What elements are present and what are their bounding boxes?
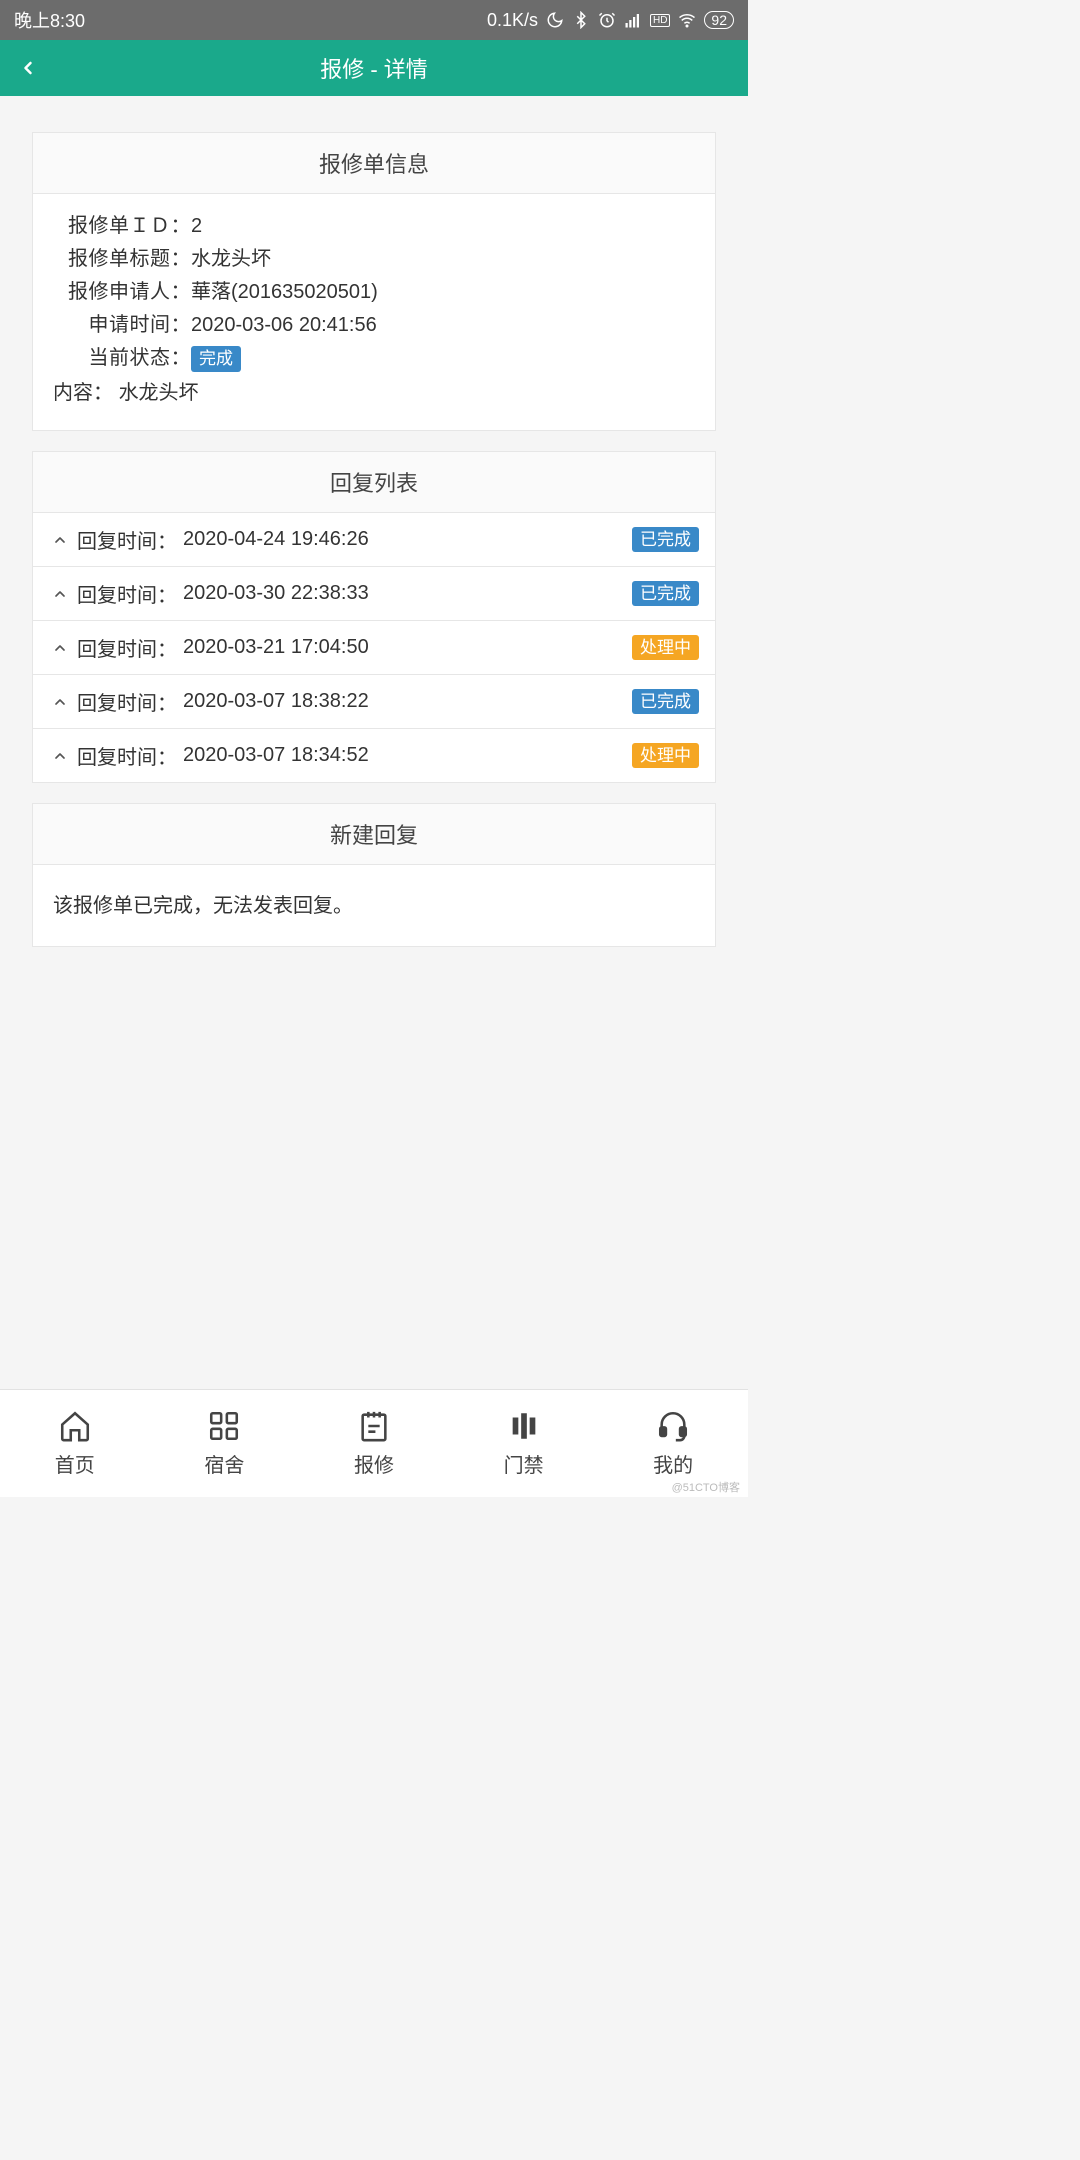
- label-applicant: 报修申请人：: [53, 276, 191, 309]
- row-applicant: 报修申请人： 華落(201635020501): [53, 276, 695, 309]
- repair-info-card: 报修单信息 报修单ＩＤ： 2 报修单标题： 水龙头坏 报修申请人： 華落(201…: [32, 132, 716, 431]
- app-bar: 报修 - 详情: [0, 40, 748, 96]
- bluetooth-icon: [572, 11, 590, 29]
- signal-icon: [624, 11, 642, 29]
- status-badge: 完成: [191, 346, 241, 372]
- nav-access[interactable]: 门禁: [449, 1390, 599, 1497]
- chevron-up-icon: [49, 586, 71, 602]
- value-id: 2: [191, 210, 695, 243]
- door-icon: [507, 1409, 541, 1443]
- moon-icon: [546, 11, 564, 29]
- status-bar: 晚上8:30 0.1K/s HD 92: [0, 0, 748, 40]
- label-apply-time: 申请时间：: [53, 309, 191, 342]
- nav-dorm-label: 宿舍: [204, 1449, 244, 1478]
- repair-info-header: 报修单信息: [33, 133, 715, 194]
- row-status: 当前状态： 完成: [53, 342, 695, 375]
- reply-time-value: 2020-03-21 17:04:50: [183, 636, 626, 659]
- chevron-up-icon: [49, 748, 71, 764]
- nav-home[interactable]: 首页: [0, 1390, 150, 1497]
- label-id: 报修单ＩＤ：: [53, 210, 191, 243]
- reply-row[interactable]: 回复时间： 2020-03-21 17:04:50 处理中: [33, 620, 715, 674]
- reply-list-body: 回复时间：2020-04-24 19:46:26已完成回复时间：2020-03-…: [33, 513, 715, 782]
- label-status: 当前状态：: [53, 342, 191, 375]
- grid-icon: [207, 1409, 241, 1443]
- reply-row[interactable]: 回复时间： 2020-04-24 19:46:26 已完成: [33, 513, 715, 566]
- nav-access-label: 门禁: [504, 1449, 544, 1478]
- reply-status: 处理中: [632, 743, 699, 769]
- reply-time-value: 2020-03-07 18:38:22: [183, 690, 626, 713]
- page-title: 报修 - 详情: [0, 52, 748, 84]
- reply-time-value: 2020-03-30 22:38:33: [183, 582, 626, 605]
- row-title: 报修单标题： 水龙头坏: [53, 243, 695, 276]
- reply-row[interactable]: 回复时间： 2020-03-07 18:38:22 已完成: [33, 674, 715, 728]
- reply-row[interactable]: 回复时间： 2020-03-07 18:34:52 处理中: [33, 728, 715, 782]
- value-apply-time: 2020-03-06 20:41:56: [191, 309, 695, 342]
- value-applicant: 華落(201635020501): [191, 276, 695, 309]
- value-title: 水龙头坏: [191, 243, 695, 276]
- headset-icon: [656, 1409, 690, 1443]
- new-reply-header: 新建回复: [33, 804, 715, 865]
- reply-status: 处理中: [632, 635, 699, 661]
- status-badge: 处理中: [632, 635, 699, 661]
- status-badge: 处理中: [632, 743, 699, 769]
- nav-home-label: 首页: [55, 1449, 95, 1478]
- home-icon: [58, 1409, 92, 1443]
- reply-status: 已完成: [632, 689, 699, 715]
- value-content: 水龙头坏: [119, 382, 199, 404]
- reply-list-header: 回复列表: [33, 452, 715, 513]
- status-badge: 已完成: [632, 689, 699, 715]
- content: 报修单信息 报修单ＩＤ： 2 报修单标题： 水龙头坏 报修申请人： 華落(201…: [0, 96, 748, 947]
- new-reply-message: 该报修单已完成，无法发表回复。: [33, 865, 715, 946]
- reply-time-label: 回复时间：: [77, 687, 177, 716]
- reply-time-label: 回复时间：: [77, 633, 177, 662]
- battery-icon: 92: [704, 11, 734, 29]
- reply-time-value: 2020-03-07 18:34:52: [183, 744, 626, 767]
- nav-repair[interactable]: 报修: [299, 1390, 449, 1497]
- nav-mine-label: 我的: [653, 1449, 693, 1478]
- reply-status: 已完成: [632, 581, 699, 607]
- repair-info-body: 报修单ＩＤ： 2 报修单标题： 水龙头坏 报修申请人： 華落(201635020…: [33, 194, 715, 430]
- reply-status: 已完成: [632, 527, 699, 553]
- status-badge: 已完成: [632, 581, 699, 607]
- bottom-nav: 首页 宿舍 报修 门禁 我的: [0, 1389, 748, 1497]
- alarm-icon: [598, 11, 616, 29]
- reply-time-label: 回复时间：: [77, 579, 177, 608]
- label-title: 报修单标题：: [53, 243, 191, 276]
- reply-time-label: 回复时间：: [77, 741, 177, 770]
- reply-time-label: 回复时间：: [77, 525, 177, 554]
- hd-icon: HD: [650, 14, 670, 27]
- new-reply-card: 新建回复 该报修单已完成，无法发表回复。: [32, 803, 716, 947]
- chevron-up-icon: [49, 532, 71, 548]
- status-right: 0.1K/s HD 92: [487, 10, 734, 31]
- row-apply-time: 申请时间： 2020-03-06 20:41:56: [53, 309, 695, 342]
- value-status: 完成: [191, 342, 695, 375]
- nav-dorm[interactable]: 宿舍: [150, 1390, 300, 1497]
- row-id: 报修单ＩＤ： 2: [53, 210, 695, 243]
- clipboard-icon: [357, 1409, 391, 1443]
- wifi-icon: [678, 11, 696, 29]
- reply-list-card: 回复列表 回复时间：2020-04-24 19:46:26已完成回复时间：202…: [32, 451, 716, 783]
- reply-time-value: 2020-04-24 19:46:26: [183, 528, 626, 551]
- status-badge: 已完成: [632, 527, 699, 553]
- watermark: @51CTO博客: [672, 1479, 740, 1495]
- chevron-up-icon: [49, 640, 71, 656]
- back-button[interactable]: [0, 40, 56, 96]
- status-speed: 0.1K/s: [487, 10, 538, 31]
- status-time: 晚上8:30: [14, 7, 85, 33]
- chevron-up-icon: [49, 694, 71, 710]
- nav-repair-label: 报修: [354, 1449, 394, 1478]
- row-content: 内容： 水龙头坏: [53, 377, 695, 410]
- label-content: 内容：: [53, 382, 113, 404]
- chevron-left-icon: [18, 58, 38, 78]
- reply-row[interactable]: 回复时间： 2020-03-30 22:38:33 已完成: [33, 566, 715, 620]
